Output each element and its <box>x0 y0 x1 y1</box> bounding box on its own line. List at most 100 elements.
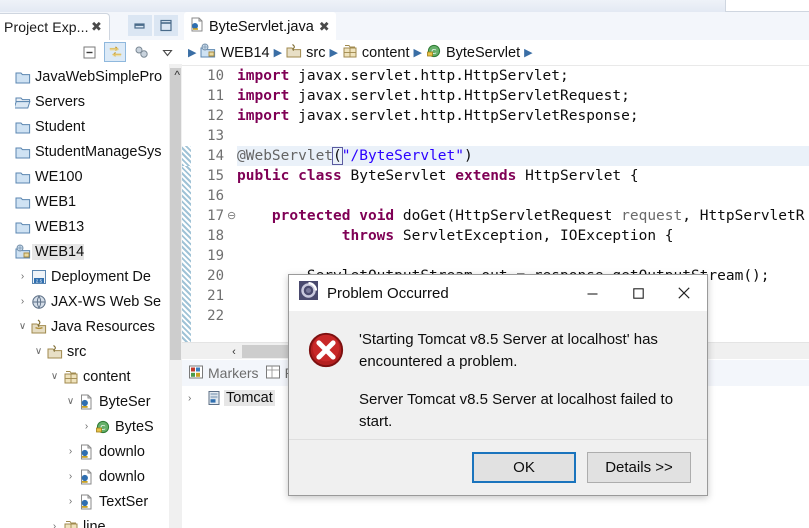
close-icon[interactable] <box>661 275 707 311</box>
tab-project-explorer[interactable]: Project Exp... ✖ <box>0 13 110 40</box>
package-icon <box>342 43 358 63</box>
close-icon[interactable]: ✖ <box>90 20 103 33</box>
expand-arrow-icon[interactable]: › <box>64 446 77 457</box>
project-explorer-vertical-scrollbar[interactable] <box>169 64 182 528</box>
tree-scroll-up-icon[interactable]: ^ <box>174 68 180 82</box>
tree-item-content[interactable]: ∨ content <box>0 364 182 389</box>
folding-column[interactable]: ⊖ <box>227 66 237 350</box>
code-line[interactable]: public class ByteServlet extends HttpSer… <box>237 166 809 186</box>
link-editor-icon[interactable] <box>104 42 126 62</box>
details-button[interactable]: Details >> <box>587 452 691 483</box>
editor-marker-bar[interactable] <box>182 66 191 350</box>
minimize-icon[interactable] <box>569 275 615 311</box>
close-icon[interactable]: ✖ <box>319 19 330 35</box>
folder-project-icon <box>13 194 32 210</box>
collapse-all-icon[interactable] <box>78 42 100 62</box>
tree-item-web1[interactable]: WEB1 <box>0 189 182 214</box>
tree-item-label: line <box>83 518 106 528</box>
tree-item-servers[interactable]: Servers <box>0 89 182 114</box>
minimize-view-button[interactable] <box>128 15 152 36</box>
tree-item-javawebsimplepro[interactable]: JavaWebSimplePro <box>0 64 182 89</box>
expand-arrow-icon[interactable]: › <box>64 471 77 482</box>
tree-item-we100[interactable]: WE100 <box>0 164 182 189</box>
tree-item-src[interactable]: ∨ src <box>0 339 182 364</box>
tree-item-studentmanagesys[interactable]: StudentManageSys <box>0 139 182 164</box>
dialog-button-bar: OK Details >> <box>289 439 707 495</box>
tree-item-downlo[interactable]: › downlo <box>0 439 182 464</box>
expand-arrow-icon[interactable]: › <box>64 496 77 507</box>
view-filters-icon[interactable] <box>130 42 152 62</box>
tree-item-web13[interactable]: WEB13 <box>0 214 182 239</box>
code-line[interactable]: @WebServlet("/ByteServlet") <box>237 146 809 166</box>
expand-arrow-icon[interactable]: › <box>80 421 93 432</box>
occurrence-marker <box>182 146 191 166</box>
breadcrumb-arrow-icon: ▶ <box>188 47 197 59</box>
code-line[interactable]: import javax.servlet.http.HttpServletRes… <box>237 106 809 126</box>
tree-item-student[interactable]: Student <box>0 114 182 139</box>
line-number: 18 <box>207 228 224 244</box>
expand-arrow-icon[interactable]: › <box>48 521 61 528</box>
tree-item-web14[interactable]: WEB14 <box>0 239 182 264</box>
tree-item-jax-ws-web-se[interactable]: › JAX-WS Web Se <box>0 289 182 314</box>
tree-item-deployment-de[interactable]: › 2.5 Deployment De <box>0 264 182 289</box>
svg-text:2.5: 2.5 <box>35 278 42 283</box>
scrollbar-thumb[interactable] <box>170 68 181 360</box>
code-line[interactable] <box>237 126 809 146</box>
line-number: 16 <box>207 188 224 204</box>
code-line[interactable] <box>237 246 809 266</box>
web-project-icon <box>13 244 32 260</box>
ok-button[interactable]: OK <box>472 452 576 483</box>
code-line[interactable]: import javax.servlet.http.HttpServletReq… <box>237 86 809 106</box>
tree-item-textser[interactable]: › TextSer <box>0 489 182 514</box>
scroll-left-icon[interactable]: ‹ <box>226 343 242 360</box>
breadcrumb-arrow-icon: ▶ <box>329 47 338 59</box>
tree-item-byteser[interactable]: ∨ ByteSer <box>0 389 182 414</box>
breadcrumb-item-byteservlet[interactable]: C ByteServlet <box>426 43 520 63</box>
tree-item-java-resources[interactable]: ∨ Java Resources <box>0 314 182 339</box>
project-explorer-tree[interactable]: JavaWebSimplePro Servers Student StudentMan… <box>0 64 182 528</box>
error-icon <box>307 331 345 369</box>
dialog-title-bar[interactable]: Problem Occurred <box>289 275 707 311</box>
bottom-tab-markers[interactable]: Markers <box>188 364 259 383</box>
code-line[interactable]: import javax.servlet.http.HttpServlet; <box>237 66 809 86</box>
breadcrumb[interactable]: ▶ WEB14 ▶ src ▶ content ▶ C ByteServlet ▶ <box>182 40 809 66</box>
expand-arrow-icon[interactable]: › <box>16 296 29 307</box>
tree-item-label: WE100 <box>35 168 83 185</box>
line-number: 22 <box>207 308 224 324</box>
expand-arrow-icon[interactable]: ∨ <box>48 371 61 382</box>
chevron-down-icon[interactable] <box>156 42 178 62</box>
breadcrumb-item-src[interactable]: src <box>286 43 325 63</box>
tree-item-line[interactable]: › line <box>0 514 182 528</box>
code-line[interactable] <box>237 186 809 206</box>
line-number: 14 <box>207 148 224 164</box>
java-file-icon <box>77 494 96 510</box>
expand-arrow-icon[interactable]: ∨ <box>32 346 45 357</box>
fold-toggle-icon[interactable]: ⊖ <box>227 206 237 226</box>
expand-arrow-icon[interactable]: ∨ <box>64 396 77 407</box>
tree-item-downlo[interactable]: › downlo <box>0 464 182 489</box>
tree-item-label: Deployment De <box>51 268 151 285</box>
tree-item-bytes[interactable]: › C ByteS <box>0 414 182 439</box>
expand-arrow-icon[interactable]: › <box>16 271 29 282</box>
breadcrumb-item-web14[interactable]: WEB14 <box>200 43 270 63</box>
maximize-view-button[interactable] <box>154 15 178 36</box>
dialog-message-line-2: Server Tomcat v8.5 Server at localhost f… <box>359 391 674 430</box>
tree-item-label: JAX-WS Web Se <box>51 293 162 310</box>
breadcrumb-item-label: src <box>306 44 326 61</box>
maximize-icon[interactable] <box>615 275 661 311</box>
breadcrumb-item-content[interactable]: content <box>342 43 410 63</box>
code-line[interactable]: throws ServletException, IOException { <box>237 226 809 246</box>
expand-arrow-icon[interactable]: ∨ <box>16 321 29 332</box>
project-explorer-tab-label: Project Exp... <box>4 19 89 35</box>
code-line[interactable]: protected void doGet(HttpServletRequest … <box>237 206 809 226</box>
expand-arrow-icon[interactable]: › <box>188 393 204 404</box>
tree-item-label: ByteSer <box>99 393 151 410</box>
tab-byteservlet-java[interactable]: ByteServlet.java ✖ <box>184 12 336 40</box>
java-file-icon <box>77 444 96 460</box>
tree-item-label: WEB13 <box>35 218 85 235</box>
folder-project-icon <box>13 219 32 235</box>
